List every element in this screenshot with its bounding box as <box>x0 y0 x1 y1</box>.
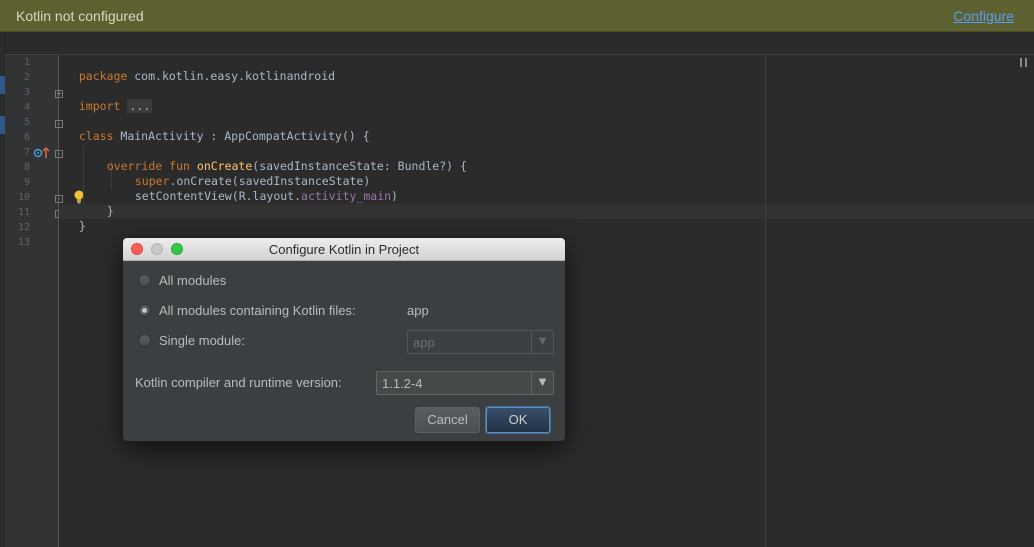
line-number: 3 <box>23 87 30 98</box>
single-module-radio[interactable] <box>138 334 151 347</box>
single-module-combo-value: app <box>413 335 435 350</box>
line-number: 4 <box>23 102 30 113</box>
all-modules-radio[interactable] <box>138 274 151 287</box>
editor-tab-area <box>0 32 1034 54</box>
keyword: package <box>78 69 128 83</box>
code-line-11[interactable]: } <box>93 190 114 218</box>
line-number: 11 <box>17 207 30 218</box>
editor-gutter: 1 2 3 4 5 6 7 8 9 10 11 12 13 + - - - - <box>5 55 84 547</box>
cancel-button[interactable]: Cancel <box>415 407 480 433</box>
code-line-12[interactable]: } <box>65 205 86 233</box>
code-text: } <box>78 219 86 233</box>
line-number: 2 <box>23 72 30 83</box>
line-number: 5 <box>23 117 30 128</box>
keyword: class <box>78 129 114 143</box>
folded-imports[interactable]: ... <box>127 99 153 113</box>
chevron-down-icon: ▼ <box>531 331 553 353</box>
single-module-combo: app ▼ <box>407 330 554 354</box>
ok-button[interactable]: OK <box>486 407 550 433</box>
line-number: 12 <box>17 222 30 233</box>
fold-expand-icon[interactable]: + <box>55 90 63 98</box>
fold-collapse-icon[interactable]: - <box>55 150 63 158</box>
keyword: import <box>78 99 121 113</box>
current-line-highlight <box>59 204 1034 219</box>
kotlin-files-modules-label[interactable]: All modules containing Kotlin files: <box>159 303 356 318</box>
line-number: 7 <box>23 147 30 158</box>
indent-guide <box>83 145 84 205</box>
right-margin-guide <box>765 55 766 547</box>
kotlin-files-modules-radio[interactable] <box>138 304 151 317</box>
resource-property: activity_main <box>301 189 392 203</box>
override-method-icon[interactable] <box>33 147 51 159</box>
code-line-10[interactable]: setContentView(R.layout.activity_main) <box>121 175 398 203</box>
configure-kotlin-dialog: Configure Kotlin in Project All modules … <box>122 237 566 442</box>
banner-title: Kotlin not configured <box>16 8 144 24</box>
line-number: 6 <box>23 132 30 143</box>
code-line-1[interactable]: package com.kotlin.easy.kotlinandroid <box>65 55 335 83</box>
version-combo-value: 1.1.2-4 <box>382 376 423 391</box>
fold-collapse-icon[interactable]: - <box>55 120 63 128</box>
configure-link[interactable]: Configure <box>953 8 1014 24</box>
line-number: 8 <box>23 162 30 173</box>
single-module-label[interactable]: Single module: <box>159 333 245 348</box>
fold-end-icon[interactable]: - <box>55 195 63 203</box>
chevron-down-icon[interactable]: ▼ <box>531 372 553 394</box>
code-analysis-marker[interactable] <box>1020 58 1027 67</box>
code-line-6[interactable]: class MainActivity : AppCompatActivity()… <box>65 115 370 143</box>
line-number: 13 <box>17 237 30 248</box>
version-combo[interactable]: 1.1.2-4 ▼ <box>376 371 554 395</box>
code-line-3[interactable]: import ... <box>65 85 153 113</box>
kotlin-not-configured-banner: Kotlin not configured Configure <box>0 0 1034 32</box>
code-line-9[interactable]: super.onCreate(savedInstanceState) <box>121 160 370 188</box>
dialog-titlebar[interactable]: Configure Kotlin in Project <box>123 238 565 261</box>
code-text: setContentView(R.layout. <box>134 189 302 203</box>
code-text: MainActivity : AppCompatActivity() { <box>113 129 370 143</box>
code-text: com.kotlin.easy.kotlinandroid <box>127 69 336 83</box>
code-line-8[interactable]: override fun onCreate(savedInstanceState… <box>93 145 467 173</box>
line-number: 9 <box>23 177 30 188</box>
all-modules-label[interactable]: All modules <box>159 273 226 288</box>
line-number: 10 <box>17 192 30 203</box>
line-number: 1 <box>23 57 30 68</box>
kotlin-files-modules-value: app <box>407 303 429 318</box>
dialog-title: Configure Kotlin in Project <box>268 242 420 257</box>
version-label: Kotlin compiler and runtime version: <box>135 375 342 390</box>
code-text: } <box>106 204 114 218</box>
code-text: ) <box>391 189 398 203</box>
